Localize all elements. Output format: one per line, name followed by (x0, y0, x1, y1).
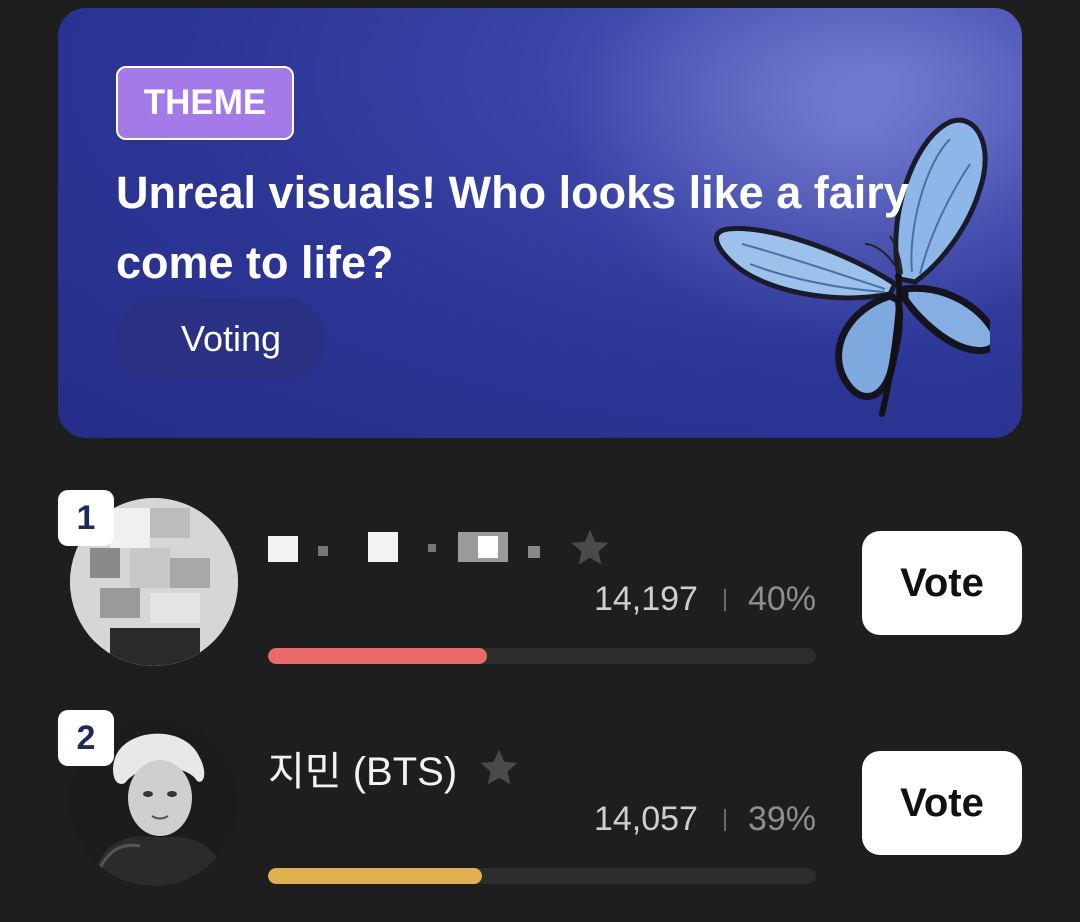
vote-button[interactable]: Vote (862, 751, 1022, 855)
vote-stats: 14,057 39% (268, 800, 816, 839)
stat-divider (723, 588, 726, 611)
rank-badge: 1 (58, 490, 114, 546)
vote-progress-bar (268, 868, 816, 884)
theme-banner[interactable]: THEME Unreal visuals! Who looks like a f… (58, 8, 1022, 438)
candidate-row-1[interactable]: 1 14,197 40% Vote (0, 488, 1080, 688)
vote-progress-bar (268, 648, 816, 664)
vote-stats: 14,197 40% (268, 580, 816, 619)
banner-title: Unreal visuals! Who looks like a fairy c… (116, 167, 909, 288)
voting-status-pill: Voting (116, 298, 326, 380)
vote-percent: 39% (747, 800, 816, 838)
vote-count: 14,057 (593, 800, 698, 838)
candidate-row-2[interactable]: 2 지민 (BTS) 14,057 39% Vote (0, 708, 1080, 908)
theme-badge: THEME (116, 66, 294, 140)
vote-progress-fill (268, 868, 482, 884)
obscured-name (268, 532, 540, 562)
candidate-name: 지민 (BTS) (268, 750, 458, 794)
stat-divider (723, 808, 726, 831)
candidate-name-line (268, 518, 612, 578)
star-icon[interactable] (477, 746, 521, 790)
star-icon[interactable] (568, 526, 612, 570)
vote-button[interactable]: Vote (862, 531, 1022, 635)
vote-count: 14,197 (593, 580, 698, 618)
vote-percent: 40% (747, 580, 816, 618)
rank-badge: 2 (58, 710, 114, 766)
vote-progress-fill (268, 648, 488, 664)
candidate-name-line: 지민 (BTS) (268, 738, 521, 798)
